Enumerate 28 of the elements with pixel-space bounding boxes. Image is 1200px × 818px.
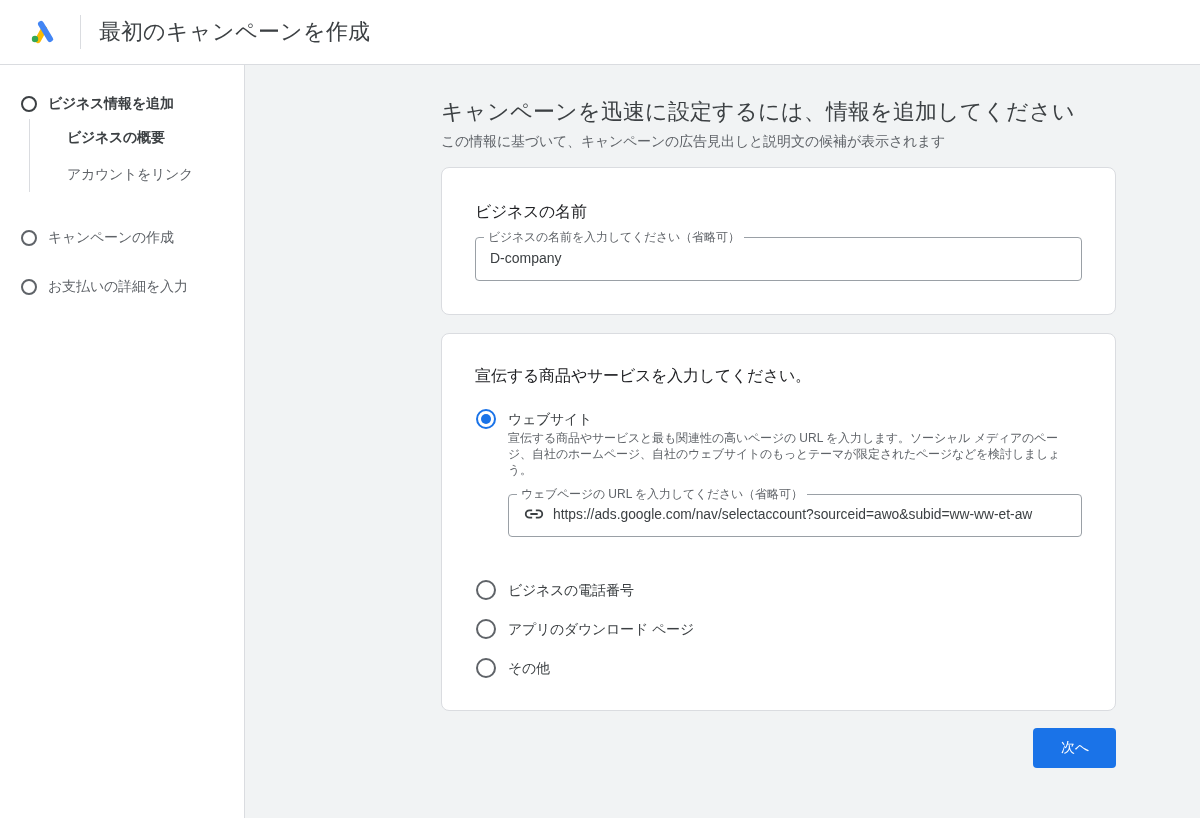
radio-label: アプリのダウンロード ページ — [508, 620, 694, 639]
step-item[interactable]: お支払いの詳細を入力 — [48, 278, 188, 296]
section-subtitle: この情報に基づいて、キャンペーンの広告見出しと説明文の候補が表示されます — [441, 133, 945, 151]
page-title: 最初のキャンペーンを作成 — [99, 18, 370, 46]
link-icon — [523, 507, 545, 520]
radio-button[interactable] — [476, 619, 496, 639]
radio-button[interactable] — [476, 409, 496, 429]
next-button[interactable]: 次へ — [1033, 728, 1116, 768]
logo-icon — [29, 20, 55, 44]
field-label: ビジネスの名前を入力してください（省略可） — [487, 229, 741, 246]
substep-item[interactable]: ビジネスの概要 — [30, 129, 165, 147]
url-field[interactable]: ウェブページの URL を入力してください（省略可） https://ads.google.com/nav/selectaccount?sourceid=awo&subid=ww-ww-et-aw — [508, 486, 1082, 537]
field-value: D-company — [490, 249, 562, 268]
radio-label: ビジネスの電話番号 — [508, 581, 634, 600]
field-value: https://ads.google.com/nav/selectaccount?sourceid=awo&subid=ww-ww-et-aw — [553, 506, 1033, 524]
card-title: ビジネスの名前 — [475, 202, 588, 222]
card-title: 宣伝する商品やサービスを入力してください。 — [475, 366, 812, 386]
radio-label: ウェブサイト — [508, 410, 592, 429]
field-label: ウェブページの URL を入力してください（省略可） — [520, 486, 805, 503]
step-item[interactable]: ビジネス情報を追加 — [48, 95, 174, 113]
option-description: 宣伝する商品やサービスと最も関連性の高いページの URL を入力します。ソーシャル メディアのページ、自社のホームページ、自社のウェブサイトのもっとテーマが限定されたページなどを検討しましょう。 — [508, 430, 1061, 478]
step-item[interactable]: キャンペーンの作成 — [48, 229, 174, 247]
radio-button[interactable] — [476, 580, 496, 600]
radio-button[interactable] — [476, 658, 496, 678]
substep-item[interactable]: アカウントをリンク — [30, 166, 193, 184]
name-field[interactable]: ビジネスの名前を入力してください（省略可） D-company — [475, 229, 1082, 281]
radio-label: その他 — [508, 659, 550, 678]
section-heading: キャンペーンを迅速に設定するには、情報を追加してください — [441, 98, 1076, 126]
